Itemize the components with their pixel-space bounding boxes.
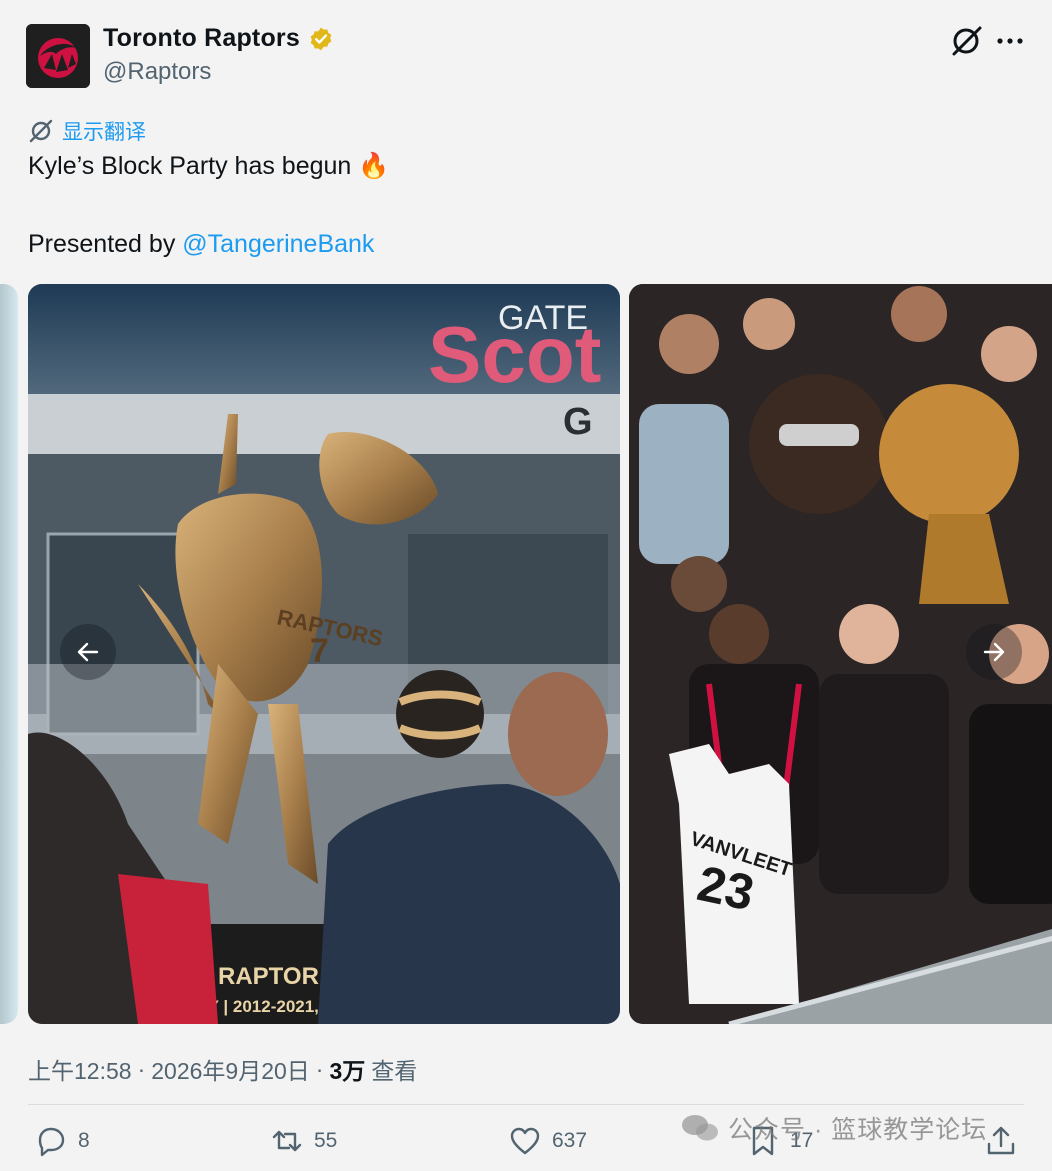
raptors-logo-icon <box>26 24 90 88</box>
tweet-card: Toronto Raptors @Raptors 显示翻译 Kyle’s Blo… <box>0 0 1052 1171</box>
media-previous-image[interactable] <box>0 284 18 1024</box>
media-carousel: GATE Scot G RAPTORS 7 RAPTOR OF RY | 201… <box>0 284 1052 1024</box>
bookmark-button[interactable]: 17 <box>746 1124 813 1158</box>
retweet-icon <box>272 1130 302 1152</box>
like-button[interactable]: 637 <box>508 1124 587 1158</box>
tweet-meta: 上午12:58 · 2026年9月20日 · 3万 查看 <box>28 1052 417 1086</box>
avatar[interactable] <box>26 24 90 88</box>
share-icon <box>987 1126 1015 1155</box>
tweet-date[interactable]: 2026年9月20日 <box>151 1052 310 1086</box>
tweet-time[interactable]: 上午12:58 <box>28 1052 132 1086</box>
meta-separator: · <box>137 1055 146 1082</box>
reply-button[interactable]: 8 <box>34 1124 90 1158</box>
bookmark-count: 17 <box>790 1129 814 1152</box>
share-button[interactable] <box>984 1124 1018 1158</box>
statue-number-text: 7 <box>310 632 329 670</box>
like-count: 637 <box>552 1129 588 1152</box>
retweet-button[interactable]: 55 <box>270 1124 337 1158</box>
media-image-crowd[interactable]: VANVLEET 23 <box>629 284 1052 1024</box>
reply-count: 8 <box>78 1129 90 1152</box>
retweet-count: 55 <box>314 1129 338 1152</box>
translate-link[interactable]: 显示翻译 <box>28 116 146 146</box>
views-label: 查看 <box>371 1058 418 1084</box>
verified-badge-icon <box>310 27 332 50</box>
wechat-icon <box>682 1115 718 1141</box>
media-image-statue[interactable]: GATE Scot G RAPTORS 7 RAPTOR OF RY | 201… <box>28 284 620 1024</box>
tweet-text-line-2: Presented by @TangerineBank <box>28 230 374 259</box>
carousel-previous-button[interactable] <box>60 624 116 680</box>
meta-separator: · <box>315 1055 324 1082</box>
mention-link[interactable]: @TangerineBank <box>182 230 374 258</box>
bookmark-icon <box>752 1126 774 1156</box>
heart-icon <box>510 1127 540 1155</box>
views-count: 3万 <box>329 1058 366 1084</box>
watermark: 公众号 · 篮球教学论坛 <box>680 1110 987 1146</box>
translate-icon <box>29 119 53 143</box>
divider <box>28 1104 1024 1105</box>
tweet-text-prefix: Presented by <box>28 230 183 258</box>
statue-photo: GATE Scot G RAPTORS 7 RAPTOR OF RY | 201… <box>28 284 620 1024</box>
arrow-right-icon <box>983 642 1005 662</box>
carousel-next-button[interactable] <box>966 624 1022 680</box>
scotiabank-sign-text: Scot <box>428 310 601 399</box>
reply-icon <box>38 1127 65 1157</box>
display-name[interactable]: Toronto Raptors <box>103 24 300 53</box>
arrow-left-icon <box>77 642 99 662</box>
more-icon[interactable] <box>994 28 1026 54</box>
author-name-row[interactable]: Toronto Raptors <box>103 24 334 53</box>
translate-label[interactable]: 显示翻译 <box>62 116 146 146</box>
jersey-number-text: 23 <box>693 855 759 921</box>
author-handle[interactable]: @Raptors <box>103 58 211 86</box>
grok-icon[interactable] <box>950 24 984 58</box>
gate-letter-text: G <box>563 401 593 443</box>
tweet-text-line-1: Kyle’s Block Party has begun 🔥 <box>28 152 390 180</box>
